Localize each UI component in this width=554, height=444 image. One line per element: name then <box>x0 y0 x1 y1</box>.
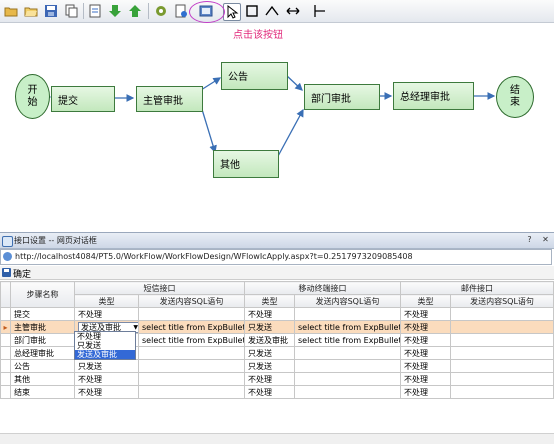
cell-step-name: 总经理审批 <box>10 346 75 360</box>
cell-mobile-type[interactable]: 只发送 <box>244 320 295 334</box>
node-supervisor[interactable]: 主管审批 <box>136 86 203 112</box>
cell-sms-sql[interactable] <box>138 346 245 360</box>
cell-mail-sql[interactable] <box>450 333 554 347</box>
cell-sms-sql[interactable] <box>138 385 245 399</box>
cell-mobile-type[interactable]: 不处理 <box>244 307 295 321</box>
interface-settings-dialog: 接口设置 -- 网页对话框 ? ✕ http://localhost4084/P… <box>0 232 554 444</box>
cell-step-name: 其他 <box>10 372 75 386</box>
node-public[interactable]: 公告 <box>221 62 288 90</box>
table-row[interactable]: 其他 不处理 不处理 不处理 <box>0 372 554 386</box>
table-row[interactable]: 结束 不处理 不处理 不处理 <box>0 385 554 399</box>
cell-mail-type[interactable]: 不处理 <box>400 385 451 399</box>
header-mail-sql: 发送内容SQL语句 <box>450 294 554 308</box>
help-button[interactable]: ? <box>524 235 535 245</box>
close-icon[interactable]: ✕ <box>540 235 551 245</box>
dialog-title: 接口设置 -- 网页对话框 <box>14 236 97 245</box>
sms-type-dropdown-list: 不处理 只发送 发送及审批 <box>74 331 136 360</box>
dropdown-option-highlighted[interactable]: 发送及审批 <box>75 350 135 359</box>
cell-mobile-type[interactable]: 发送及审批 <box>244 333 295 347</box>
cell-sms-type[interactable]: 不处理 <box>74 385 139 399</box>
cell-mobile-sql[interactable] <box>294 359 401 373</box>
table-row[interactable]: 提交 不处理 不处理 不处理 <box>0 307 554 321</box>
cell-step-name: 结束 <box>10 385 75 399</box>
header-mobile-sql: 发送内容SQL语句 <box>294 294 401 308</box>
node-department[interactable]: 部门审批 <box>304 84 380 110</box>
header-mail-type: 类型 <box>400 294 451 308</box>
cell-step-name: 公告 <box>10 359 75 373</box>
header-mobile: 移动终端接口 <box>244 281 401 295</box>
cell-mail-type[interactable]: 不处理 <box>400 372 451 386</box>
node-other[interactable]: 其他 <box>213 150 279 178</box>
cell-mail-type[interactable]: 不处理 <box>400 346 451 360</box>
cell-mail-sql[interactable] <box>450 359 554 373</box>
ok-toolbar: 确定 <box>0 266 554 280</box>
cell-step-name: 主管审批 <box>10 320 75 334</box>
header-step-name: 步骤名称 <box>10 281 75 308</box>
cell-sms-type[interactable]: 只发送 <box>74 359 139 373</box>
node-submit[interactable]: 提交 <box>51 86 115 112</box>
cell-mobile-sql[interactable] <box>294 307 401 321</box>
cell-mail-sql[interactable] <box>450 320 554 334</box>
ie-icon <box>2 236 13 247</box>
cell-mail-sql[interactable] <box>450 307 554 321</box>
address-url: http://localhost4084/PT5.0/WorkFlow/Work… <box>15 252 413 261</box>
header-mobile-type: 类型 <box>244 294 295 308</box>
header-sms: 短信接口 <box>74 281 245 295</box>
cell-sms-sql[interactable] <box>138 359 245 373</box>
cell-mail-sql[interactable] <box>450 346 554 360</box>
cell-sms-type[interactable]: 不处理 <box>74 372 139 386</box>
cell-step-name: 提交 <box>10 307 75 321</box>
row-indicator: ▸ <box>0 320 11 334</box>
ok-button[interactable]: 确定 <box>13 267 31 280</box>
cell-sms-sql[interactable] <box>138 307 245 321</box>
cell-sms-sql[interactable]: select title from ExpBulletin ... <box>138 333 245 347</box>
dropdown-option[interactable]: 不处理 <box>75 332 135 341</box>
table-row[interactable]: 公告 只发送 只发送 不处理 <box>0 359 554 373</box>
page-icon <box>3 252 12 261</box>
cell-mobile-type[interactable]: 只发送 <box>244 346 295 360</box>
cell-mail-type[interactable]: 不处理 <box>400 320 451 334</box>
header-mail: 邮件接口 <box>400 281 554 295</box>
horizontal-scrollbar[interactable] <box>0 433 554 444</box>
cell-mail-type[interactable]: 不处理 <box>400 307 451 321</box>
edge-supervisor-other <box>200 105 217 154</box>
cell-sms-sql[interactable] <box>138 372 245 386</box>
header-sms-sql: 发送内容SQL语句 <box>138 294 245 308</box>
dropdown-option[interactable]: 只发送 <box>75 341 135 350</box>
header-sms-type: 类型 <box>74 294 139 308</box>
flow-connectors <box>43 74 496 159</box>
address-bar[interactable]: http://localhost4084/PT5.0/WorkFlow/Work… <box>0 249 552 265</box>
cell-sms-type[interactable]: 不处理 <box>74 307 139 321</box>
cell-mobile-sql[interactable] <box>294 385 401 399</box>
node-end[interactable]: 结束 <box>496 76 534 118</box>
node-start[interactable]: 开始 <box>15 74 50 119</box>
dialog-titlebar: 接口设置 -- 网页对话框 ? ✕ <box>0 232 554 249</box>
workflow-designer: 点击该按钮 开始 提交 主管审批 公告 其他 部门审批 总经理审批 结束 <box>0 0 554 232</box>
edge-supervisor-public <box>200 77 222 91</box>
save-icon[interactable] <box>2 268 11 277</box>
cell-mobile-sql[interactable]: select title from ExpBulletin ... <box>294 333 401 347</box>
cell-sms-sql[interactable]: select title from ExpBulletin ... <box>138 320 245 334</box>
cell-mobile-type[interactable]: 不处理 <box>244 372 295 386</box>
cell-mail-sql[interactable] <box>450 372 554 386</box>
cell-mobile-sql[interactable] <box>294 372 401 386</box>
cell-mobile-sql[interactable]: select title from ExpBulletin ... <box>294 320 401 334</box>
cell-mail-type[interactable]: 不处理 <box>400 333 451 347</box>
corner-cell <box>0 281 11 308</box>
cell-mobile-sql[interactable] <box>294 346 401 360</box>
cell-mobile-type[interactable]: 不处理 <box>244 385 295 399</box>
cell-step-name: 部门审批 <box>10 333 75 347</box>
node-gm[interactable]: 总经理审批 <box>393 82 474 110</box>
cell-mail-type[interactable]: 不处理 <box>400 359 451 373</box>
edge-other-dept <box>276 108 304 159</box>
edge-public-dept <box>285 74 303 91</box>
cell-mail-sql[interactable] <box>450 385 554 399</box>
cell-mobile-type[interactable]: 只发送 <box>244 359 295 373</box>
